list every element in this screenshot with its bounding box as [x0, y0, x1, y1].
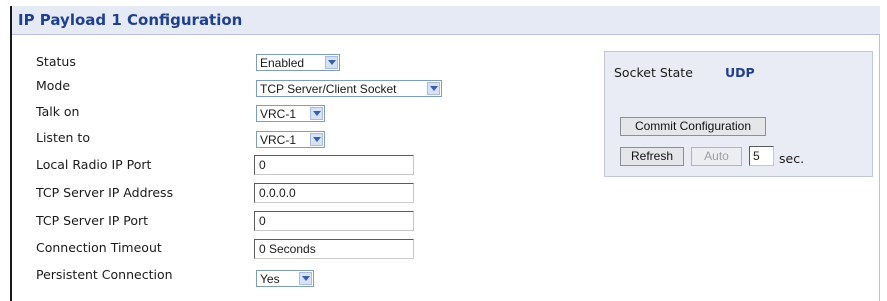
section-header: IP Payload 1 Configuration — [12, 6, 880, 35]
local-radio-ip-port-label: Local Radio IP Port — [36, 157, 152, 172]
persistent-connection-select[interactable]: Yes — [256, 270, 314, 287]
talk-on-select[interactable]: VRC-1 — [256, 105, 325, 122]
talk-on-select-value: VRC-1 — [260, 107, 297, 121]
persistent-connection-select-value: Yes — [260, 272, 280, 286]
chevron-down-icon[interactable] — [310, 133, 323, 146]
socket-panel: Socket State UDP Commit Configuration Re… — [604, 51, 873, 177]
socket-state-value: UDP — [725, 65, 755, 80]
refresh-interval-input[interactable]: 5 — [749, 146, 774, 166]
status-select[interactable]: Enabled — [256, 54, 340, 71]
page-title: IP Payload 1 Configuration — [18, 11, 243, 29]
mode-select[interactable]: TCP Server/Client Socket — [256, 80, 442, 97]
listen-to-select-value: VRC-1 — [260, 133, 297, 147]
connection-timeout-input[interactable]: 0 Seconds — [254, 239, 414, 259]
chevron-down-icon[interactable] — [299, 272, 312, 285]
tcp-server-ip-port-label: TCP Server IP Port — [36, 213, 149, 228]
left-border — [10, 6, 12, 301]
mode-select-value: TCP Server/Client Socket — [260, 82, 397, 96]
status-label: Status — [36, 54, 76, 69]
listen-to-select[interactable]: VRC-1 — [256, 131, 325, 148]
status-select-value: Enabled — [260, 56, 305, 70]
local-radio-ip-port-input[interactable]: 0 — [254, 155, 414, 175]
commit-configuration-button[interactable]: Commit Configuration — [620, 117, 766, 136]
persistent-connection-label: Persistent Connection — [36, 267, 173, 282]
auto-button[interactable]: Auto — [691, 147, 742, 166]
listen-to-label: Listen to — [36, 130, 90, 145]
refresh-button[interactable]: Refresh — [620, 147, 684, 166]
right-border — [879, 34, 880, 301]
chevron-down-icon[interactable] — [310, 107, 323, 120]
connection-timeout-label: Connection Timeout — [36, 240, 162, 255]
talk-on-label: Talk on — [36, 104, 80, 119]
chevron-down-icon[interactable] — [427, 82, 440, 95]
tcp-server-ip-address-label: TCP Server IP Address — [36, 185, 174, 200]
mode-label: Mode — [36, 78, 71, 93]
tcp-server-ip-address-input[interactable]: 0.0.0.0 — [254, 183, 414, 203]
interval-unit-label: sec. — [779, 151, 805, 166]
tcp-server-ip-port-input[interactable]: 0 — [254, 211, 414, 231]
chevron-down-icon[interactable] — [325, 56, 338, 69]
socket-state-label: Socket State — [614, 65, 693, 80]
